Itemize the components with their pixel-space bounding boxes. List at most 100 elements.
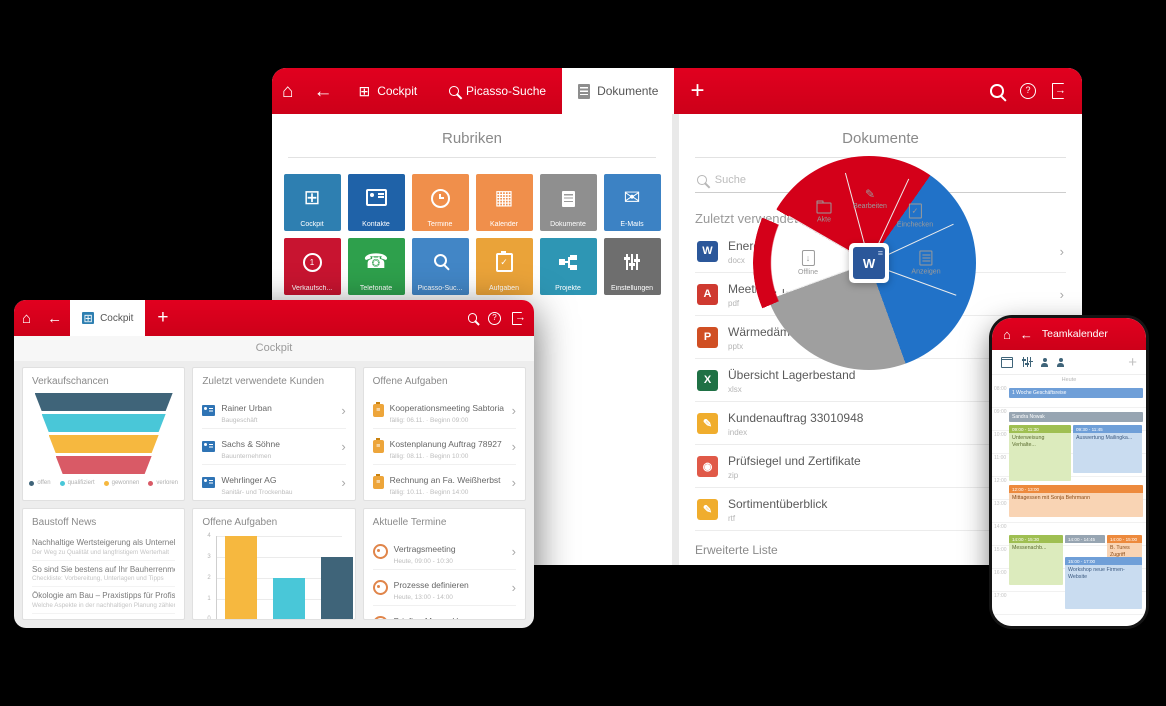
tile-kontakte[interactable]: Kontakte (348, 174, 405, 231)
allday-event[interactable]: 1 Woche Geschäftsreise (1009, 388, 1143, 398)
tab-dokumente[interactable]: Dokumente (562, 68, 674, 114)
chevron-right-icon: › (1060, 244, 1064, 259)
back-icon[interactable]: ← (303, 68, 342, 114)
news-item[interactable]: Effizienz in der Leadgenerierung So find… (32, 614, 175, 621)
tab-cockpit[interactable]: ⊞ Cockpit (70, 300, 145, 336)
calendar-event[interactable]: 09:00 - 11:30 Unterweisung Verhalte... (1009, 425, 1071, 481)
list-item[interactable]: ≡ Kooperationsmeeting Sabtoria fällig: 0… (373, 393, 516, 429)
clock-icon (373, 580, 388, 595)
item-name: Rechnung an Fa. Weißherbst (390, 475, 501, 485)
clipboard-check-icon: ✓ (496, 253, 513, 272)
tile-label: Picasso-Suc... (413, 285, 468, 292)
powerpoint-file-icon: P (697, 327, 718, 348)
card-kunden: Zuletzt verwendete Kunden Rainer Urban B… (192, 367, 355, 501)
day-calendar: 08:00 09:00 10:00 11:00 12:00 13:00 14:0… (992, 385, 1146, 626)
tab-cockpit[interactable]: ⊞ Cockpit (342, 68, 433, 114)
excel-file-icon: X (697, 370, 718, 391)
list-item[interactable]: Briefing Messe Hannover Morgen, 11:00 - … (373, 606, 516, 620)
news-item[interactable]: So sind Sie bestens auf Ihr Bauherrenmee… (32, 561, 175, 588)
item-name: Wehrlinger AG (221, 475, 276, 485)
calendar-event[interactable]: 09:30 - 11:45 Auswertung Mailingka... (1073, 425, 1142, 473)
help-icon[interactable]: ? (488, 312, 501, 325)
search-icon[interactable] (990, 84, 1004, 98)
funnel-segment (49, 435, 159, 453)
main-titlebar: ⌂ ← ⊞ Cockpit Picasso-Suche Dokumente + … (272, 68, 1082, 114)
add-tab-button[interactable]: + (674, 68, 720, 114)
news-sub: Checkliste: Vorbereitung, Unterlagen und… (32, 575, 175, 582)
tab-picasso-suche[interactable]: Picasso-Suche (433, 68, 562, 114)
list-item[interactable]: ≡ Rechnung an Fa. Weißherbst fällig: 10.… (373, 465, 516, 501)
filter-sliders-icon[interactable] (1022, 357, 1032, 367)
home-icon[interactable]: ⌂ (14, 300, 39, 336)
news-item[interactable]: Nachhaltige Wertsteigerung als Unternehm… (32, 534, 175, 561)
word-icon: W (853, 247, 885, 279)
time-label: 11:00 (994, 455, 1006, 461)
event-time: 09:00 - 11:30 (1009, 425, 1071, 433)
add-tab-button[interactable]: + (145, 300, 180, 336)
doc-lines-icon (919, 251, 932, 266)
logout-icon[interactable] (512, 312, 522, 325)
help-icon[interactable]: ? (1020, 83, 1036, 99)
news-title: Nachhaltige Wertsteigerung als Unternehm… (32, 538, 175, 547)
doc-ext: zip (728, 471, 861, 480)
radial-label: Einchecken (897, 222, 933, 229)
tile-picasso-suche[interactable]: Picasso-Suc... (412, 238, 469, 295)
calendar-event[interactable]: 15:00 - 17:00 Workshop neue Firmen-Websi… (1065, 557, 1142, 609)
tile-cockpit[interactable]: ⊞ Cockpit (284, 174, 341, 231)
search-icon[interactable] (468, 313, 477, 322)
back-icon[interactable]: ← (1020, 328, 1033, 341)
news-item[interactable]: Ökologie am Bau – Praxistipps für Profis… (32, 587, 175, 614)
stage: ⌂ ← ⊞ Cockpit Picasso-Suche Dokumente + … (0, 0, 1166, 706)
list-item[interactable]: Rainer Urban Baugeschäft › (202, 393, 345, 429)
list-item[interactable]: Sachs & Söhne Bauunternehmen › (202, 429, 345, 465)
add-event-button[interactable]: + (1128, 354, 1137, 371)
tile-aufgaben[interactable]: ✓ Aufgaben (476, 238, 533, 295)
page-title: Cockpit (14, 336, 534, 361)
radial-item-akte[interactable]: Akte (817, 203, 832, 224)
logout-icon[interactable] (1052, 83, 1064, 99)
event-title: Workshop neue Firmen-Website (1065, 565, 1142, 609)
tile-dokumente[interactable]: Dokumente (540, 174, 597, 231)
card-aufgaben-chart: Offene Aufgaben 4 3 2 1 0 A B C (192, 508, 355, 620)
list-item[interactable]: Prozesse definieren Heute, 13:00 - 14:00… (373, 570, 516, 606)
tile-termine[interactable]: Termine (412, 174, 469, 231)
home-icon[interactable]: ⌂ (272, 68, 303, 114)
rubriken-title: Rubriken (288, 114, 656, 158)
person-search-icon[interactable] (1041, 363, 1048, 367)
doc-ext: xlsx (728, 385, 855, 394)
list-item[interactable]: ≡ Kostenplanung Auftrag 78927 fällig: 08… (373, 429, 516, 465)
cockpit-cards: Verkaufschancen offen qualifiziert gewon… (22, 367, 526, 620)
tile-kalender[interactable]: ▦ Kalender (476, 174, 533, 231)
back-icon[interactable]: ← (39, 300, 70, 336)
home-icon[interactable]: ⌂ (1003, 328, 1011, 341)
radial-label: Anzeigen (911, 269, 940, 276)
tile-verkaufschancen[interactable]: 1 Verkaufsch... (284, 238, 341, 295)
legend-dot (104, 481, 109, 486)
list-item[interactable]: Wehrlinger AG Sanitär- und Trockenbau › (202, 465, 345, 501)
radial-item-offline[interactable]: ↓ Offline (798, 250, 818, 276)
tile-label: E-Mails (605, 221, 660, 228)
tile-emails[interactable]: ✉ E-Mails (604, 174, 661, 231)
tile-telefonate[interactable]: ☎ Telefonate (348, 238, 405, 295)
radial-item-anzeigen[interactable]: Anzeigen (911, 251, 940, 276)
calendar-event[interactable]: 14:00 - 14:45 (1065, 535, 1105, 544)
card-title: Zuletzt verwendete Kunden (202, 376, 345, 387)
calendar-event[interactable]: 12:00 - 13:00 Mittagessen mit Sonja Behr… (1009, 485, 1143, 517)
cockpit-window: ⌂ ← ⊞ Cockpit + ? Cockpit Verkaufschance… (14, 300, 534, 628)
radial-item-bearbeiten[interactable]: ✎ Bearbeiten (853, 188, 887, 210)
person-icon[interactable] (1057, 363, 1064, 367)
list-item[interactable]: Vertragsmeeting Heute, 09:00 - 10:30 › (373, 534, 516, 570)
contact-card-icon (366, 189, 387, 206)
radial-item-einchecken[interactable]: ✓ Einchecken (897, 204, 933, 229)
radial-center-word-doc[interactable]: W (849, 243, 889, 283)
search-placeholder: Suche (715, 174, 746, 186)
tile-einstellungen[interactable]: Einstellungen (604, 238, 661, 295)
allday-event[interactable]: Sandra Nowak (1009, 412, 1143, 422)
calendar-event[interactable]: 14:00 - 15:30 Messenachb... (1009, 535, 1063, 585)
calendar-day-icon[interactable] (1001, 357, 1013, 368)
card-title: Offene Aufgaben (202, 517, 345, 528)
tile-projekte[interactable]: Projekte (540, 238, 597, 295)
card-verkaufschancen: Verkaufschancen offen qualifiziert gewon… (22, 367, 185, 501)
doc-name: Sortimentüberblick (728, 497, 827, 511)
item-name: Vertragsmeeting (394, 544, 456, 554)
